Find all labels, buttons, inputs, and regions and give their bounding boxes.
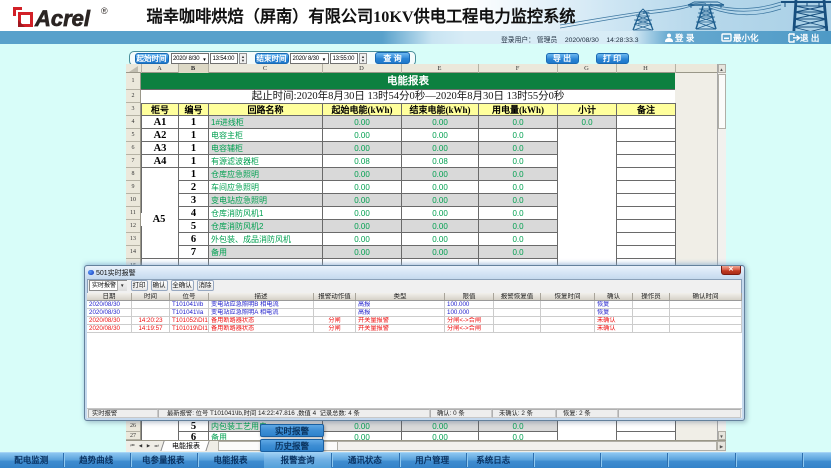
svg-text:Acrel: Acrel: [34, 6, 91, 31]
svg-text:登 录: 登 录: [674, 33, 695, 43]
svg-text:®: ®: [101, 6, 108, 16]
svg-text:退 出: 退 出: [800, 33, 819, 43]
svg-text:最小化: 最小化: [733, 33, 759, 43]
